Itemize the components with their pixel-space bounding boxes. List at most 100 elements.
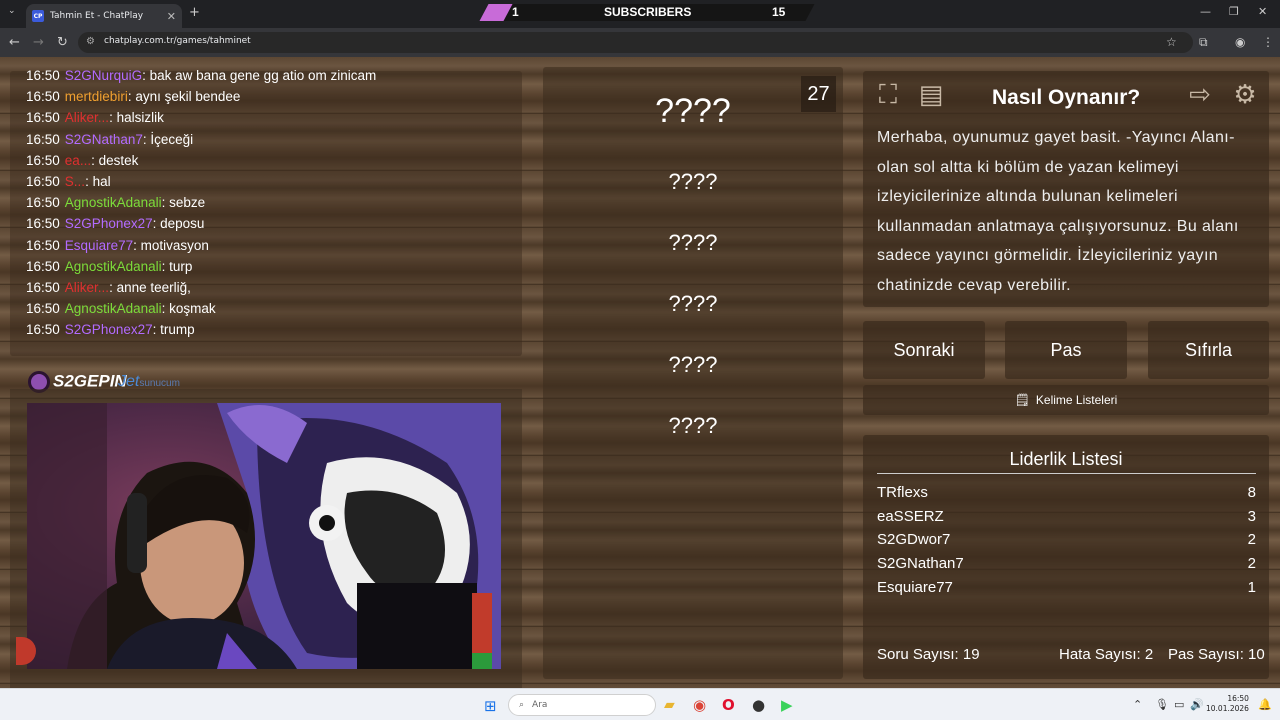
- notes-icon[interactable]: ▤: [913, 77, 949, 113]
- chat-username[interactable]: mertdiebiri: [65, 89, 128, 104]
- tab-search-chevron-icon[interactable]: ⌄: [8, 6, 16, 16]
- chat-username[interactable]: AgnostikAdanali: [65, 301, 162, 316]
- error-count: Hata Sayısı: 2: [1059, 646, 1154, 663]
- windows-start-icon[interactable]: ⊞: [484, 697, 497, 715]
- player-name: eaSSERZ: [877, 507, 944, 525]
- chat-username[interactable]: AgnostikAdanali: [65, 195, 162, 210]
- chat-message: 16:50 S2GNurquiG: bak aw bana gene gg ati…: [26, 68, 376, 83]
- browser-tab-strip: ⌄ CP Tahmin Et - ChatPlay ✕ + 1 SUBSCRIB…: [0, 0, 1280, 28]
- site-info-icon[interactable]: ⚙: [86, 36, 95, 47]
- chat-text: : turp: [161, 258, 193, 274]
- taskbar-clock[interactable]: 16:50 10.01.2026: [1206, 694, 1249, 714]
- leaderboard-row: TRflexs 8: [877, 484, 1256, 501]
- leaderboard-row: Esquiare77 1: [877, 579, 1256, 596]
- chrome-icon[interactable]: ◉: [693, 696, 706, 714]
- taskbar-search-box[interactable]: ⌕ Ara: [508, 694, 656, 716]
- chatplay-favicon-icon: CP: [32, 10, 44, 22]
- settings-gear-icon[interactable]: ⚙: [1227, 77, 1263, 113]
- leaderboard-row: S2GDwor7 2: [877, 531, 1256, 548]
- chat-username[interactable]: S2GNathan7: [65, 132, 143, 147]
- bookmark-star-icon[interactable]: ☆: [1166, 35, 1177, 49]
- chat-text: : koşmak: [161, 301, 216, 317]
- windows-taskbar: ⊞ ⌕ Ara ▰ ◉ O ● ▶ ⌃ 🎙 ▭ 🔊 16:50 10.01.20…: [0, 688, 1280, 720]
- chat-username[interactable]: Aliker...: [65, 110, 109, 125]
- brand-name: S2GEPIN: [53, 371, 127, 391]
- next-button[interactable]: Sonraki: [863, 321, 985, 379]
- chat-message: 16:50 S2GNathan7: İçeceği: [26, 132, 193, 147]
- file-explorer-icon[interactable]: ▰: [664, 697, 675, 713]
- extensions-icon[interactable]: ⧉: [1199, 35, 1208, 50]
- chat-time: 16:50: [26, 89, 60, 105]
- notification-bell-icon[interactable]: 🔔: [1258, 698, 1272, 711]
- volume-icon[interactable]: 🔊: [1190, 698, 1204, 711]
- forbidden-word: ????: [668, 291, 718, 316]
- player-score: 1: [1247, 578, 1256, 596]
- browser-menu-icon[interactable]: ⋮: [1262, 35, 1274, 49]
- url-text[interactable]: chatplay.com.tr/games/tahminet: [104, 36, 251, 46]
- chat-username[interactable]: ea...: [65, 153, 91, 168]
- network-icon[interactable]: ▭: [1174, 698, 1184, 711]
- chat-text: : İçeceği: [142, 131, 194, 147]
- chat-message: 16:50 S2GPhonex27: trump: [26, 322, 195, 337]
- chat-username[interactable]: Esquiare77: [65, 238, 133, 253]
- chat-username[interactable]: S...: [65, 174, 85, 189]
- chat-time: 16:50: [26, 131, 60, 147]
- chat-time: 16:50: [26, 174, 60, 189]
- forward-arrow-icon[interactable]: →: [33, 35, 44, 50]
- exit-icon[interactable]: ⇨: [1182, 77, 1218, 113]
- close-tab-icon[interactable]: ✕: [167, 10, 176, 23]
- chat-message: 16:50 S2GPhonex27: deposu: [26, 216, 204, 231]
- tray-chevron-icon[interactable]: ⌃: [1133, 698, 1142, 711]
- chat-username[interactable]: Aliker...: [65, 280, 109, 295]
- chat-text: : bak aw bana gene gg atio om zinicam: [142, 68, 377, 83]
- player-name: Esquiare77: [877, 578, 953, 596]
- leaderboard-row: S2GNathan7 2: [877, 555, 1256, 572]
- question-count: Soru Sayısı: 19: [877, 646, 980, 663]
- chat-username[interactable]: S2GNurquiG: [65, 68, 142, 83]
- opera-icon[interactable]: O: [722, 696, 735, 714]
- chat-username[interactable]: AgnostikAdanali: [65, 259, 162, 274]
- app-icon[interactable]: ▶: [781, 696, 793, 714]
- streamer-webcam-feed: [27, 403, 501, 669]
- chat-time: 16:50: [26, 301, 60, 317]
- profile-avatar-icon[interactable]: ◉: [1235, 35, 1245, 49]
- tab-tahmin-et[interactable]: CP Tahmin Et - ChatPlay ✕: [26, 4, 182, 28]
- overlay-subscribers-label: SUBSCRIBERS: [604, 5, 692, 19]
- chat-text: : halsizlik: [109, 110, 164, 126]
- forbidden-word: ????: [668, 352, 718, 377]
- word-lists-button[interactable]: 🗒 Kelime Listeleri: [863, 385, 1269, 415]
- chat-message: 16:50 AgnostikAdanali: turp: [26, 259, 192, 274]
- player-score: 2: [1247, 531, 1256, 549]
- chat-username[interactable]: S2GPhonex27: [65, 216, 153, 231]
- chat-username[interactable]: S2GPhonex27: [65, 322, 153, 337]
- microphone-icon[interactable]: 🎙: [1155, 698, 1169, 711]
- back-arrow-icon[interactable]: ←: [9, 35, 20, 50]
- forbidden-word: ????: [668, 230, 718, 255]
- obs-icon[interactable]: ●: [752, 696, 765, 714]
- pass-button[interactable]: Pas: [1005, 321, 1127, 379]
- player-name: S2GNathan7: [877, 555, 964, 573]
- new-tab-plus-icon[interactable]: +: [189, 5, 200, 20]
- restore-icon[interactable]: ❐: [1229, 5, 1239, 18]
- how-to-play-title: Nasıl Oynanır?: [992, 86, 1141, 109]
- reset-button[interactable]: Sıfırla: [1148, 321, 1269, 379]
- address-bar[interactable]: ⚙ chatplay.com.tr/games/tahminet: [78, 32, 1193, 53]
- chat-time: 16:50: [26, 195, 60, 211]
- chat-text: : trump: [152, 322, 195, 338]
- player-score: 8: [1247, 484, 1256, 501]
- chat-message: 16:50 Aliker...: halsizlik: [26, 110, 164, 125]
- overlay-right-count: 15: [772, 5, 786, 19]
- fullscreen-icon[interactable]: ⛶: [870, 77, 906, 113]
- chat-message: 16:50 Aliker...: anne teerliğ,: [26, 280, 191, 295]
- main-word: ????: [655, 92, 731, 130]
- reload-icon[interactable]: ↻: [57, 35, 68, 50]
- clock-date: 10.01.2026: [1206, 704, 1249, 713]
- forbidden-word: ????: [668, 169, 718, 194]
- webcam-image: [27, 403, 501, 669]
- close-window-icon[interactable]: ✕: [1258, 5, 1267, 18]
- tab-title: Tahmin Et - ChatPlay: [50, 11, 144, 21]
- browser-toolbar: ← → ↻ ⚙ chatplay.com.tr/games/tahminet ☆…: [0, 28, 1280, 57]
- chat-time: 16:50: [26, 152, 60, 168]
- minimize-icon[interactable]: —: [1200, 5, 1211, 18]
- player-score: 3: [1247, 507, 1256, 525]
